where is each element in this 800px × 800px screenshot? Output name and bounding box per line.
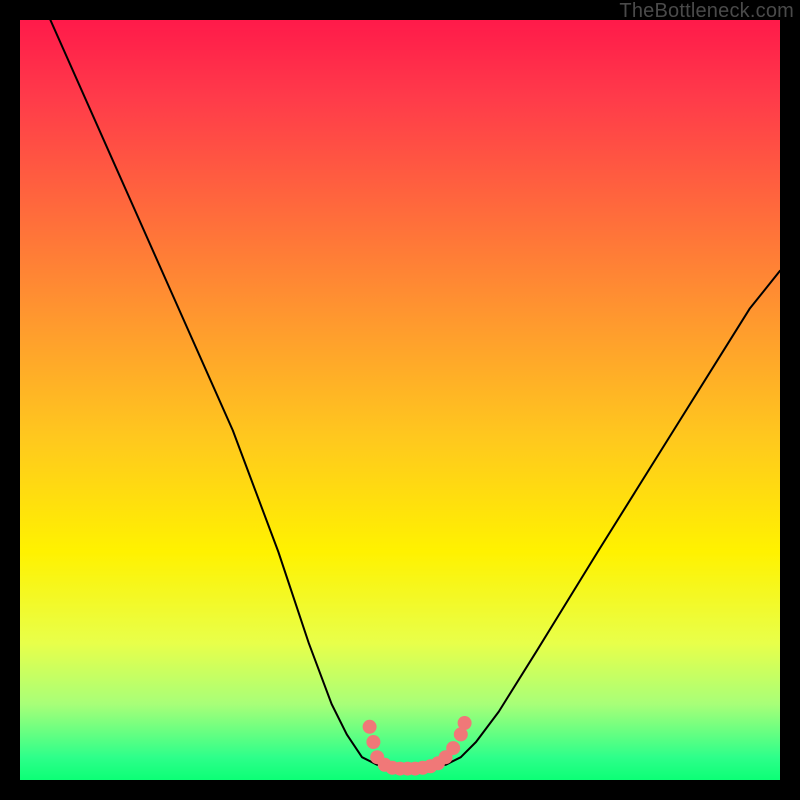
bottleneck-curve — [50, 20, 780, 769]
highlight-dot — [446, 741, 460, 755]
highlight-dot — [366, 735, 380, 749]
highlight-dots — [363, 716, 472, 776]
highlight-dot — [363, 720, 377, 734]
chart-svg — [20, 20, 780, 780]
plot-area — [20, 20, 780, 780]
watermark-text: TheBottleneck.com — [619, 0, 794, 23]
chart-frame: TheBottleneck.com — [0, 0, 800, 800]
highlight-dot — [458, 716, 472, 730]
